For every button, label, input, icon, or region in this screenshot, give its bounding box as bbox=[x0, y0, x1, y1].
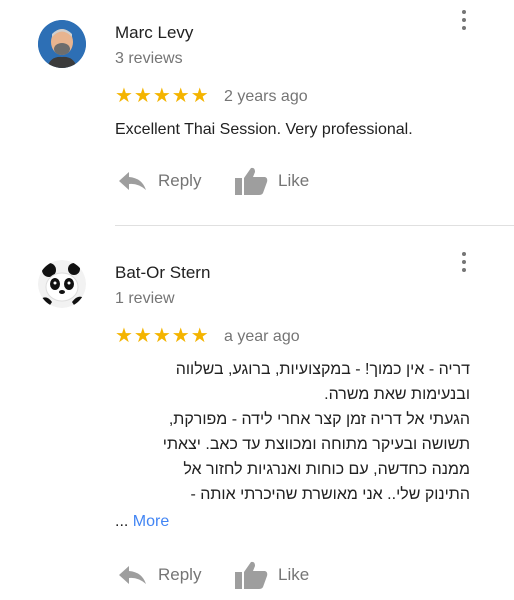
star-rating: ★★★★★ bbox=[115, 325, 210, 347]
like-label: Like bbox=[278, 565, 310, 584]
panda-avatar-icon bbox=[38, 260, 86, 308]
review-text-line: ובנעימות שאת משרה. bbox=[324, 386, 470, 403]
like-label: Like bbox=[278, 171, 310, 190]
more-vert-icon[interactable] bbox=[458, 252, 470, 276]
thumbs-up-icon bbox=[235, 561, 268, 589]
more-line: ... More bbox=[115, 513, 169, 531]
review-text-line: התינוק שלי.. אני מאושרת שהיכרתי אותה - bbox=[190, 486, 470, 503]
review-text-line: דריה - אין כמוך! - במקצועיות, ברוגע, בשל… bbox=[175, 361, 470, 378]
star-rating: ★★★★★ bbox=[115, 85, 210, 107]
more-link[interactable]: More bbox=[133, 513, 169, 530]
avatar-bat-or-stern[interactable] bbox=[38, 260, 86, 308]
review-card-marc-levy: Marc Levy 3 reviews ★★★★★ 2 years ago Ex… bbox=[0, 0, 514, 225]
like-button[interactable]: Like bbox=[234, 166, 309, 196]
thumbs-up-icon bbox=[235, 167, 268, 195]
reviewer-review-count: 3 reviews bbox=[115, 50, 183, 67]
reply-label: Reply bbox=[158, 565, 202, 584]
reviewer-review-count: 1 review bbox=[115, 290, 175, 307]
review-text-line: ממנה כחדשה, עם כוחות ואנרגיות לחזור אל bbox=[183, 461, 470, 478]
reply-arrow-icon bbox=[119, 566, 146, 584]
person-avatar-icon bbox=[38, 20, 86, 68]
review-text: דריה - אין כמוך! - במקצועיות, ברוגע, בשל… bbox=[115, 357, 470, 507]
reviewer-name[interactable]: Bat-Or Stern bbox=[115, 263, 210, 283]
ellipsis: ... bbox=[115, 513, 129, 530]
review-date: 2 years ago bbox=[224, 88, 308, 105]
reply-button[interactable]: Reply bbox=[118, 170, 201, 192]
like-button[interactable]: Like bbox=[234, 560, 309, 590]
review-date: a year ago bbox=[224, 328, 300, 345]
avatar-marc-levy[interactable] bbox=[38, 20, 86, 68]
reply-label: Reply bbox=[158, 171, 202, 190]
more-vert-icon[interactable] bbox=[458, 10, 470, 34]
reviewer-name[interactable]: Marc Levy bbox=[115, 23, 193, 43]
review-text-line: תשושה ובעיקר מתוחה ומכווצת עד כאב. יצאתי bbox=[162, 436, 470, 453]
review-text: Excellent Thai Session. Very professiona… bbox=[115, 121, 413, 138]
review-card-bat-or-stern: Bat-Or Stern 1 review ★★★★★ a year ago ד… bbox=[0, 226, 514, 600]
reply-button[interactable]: Reply bbox=[118, 564, 201, 586]
review-text-line: הגעתי אל דריה זמן קצר אחרי לידה - מפורקת… bbox=[168, 411, 470, 428]
reply-arrow-icon bbox=[119, 172, 146, 190]
